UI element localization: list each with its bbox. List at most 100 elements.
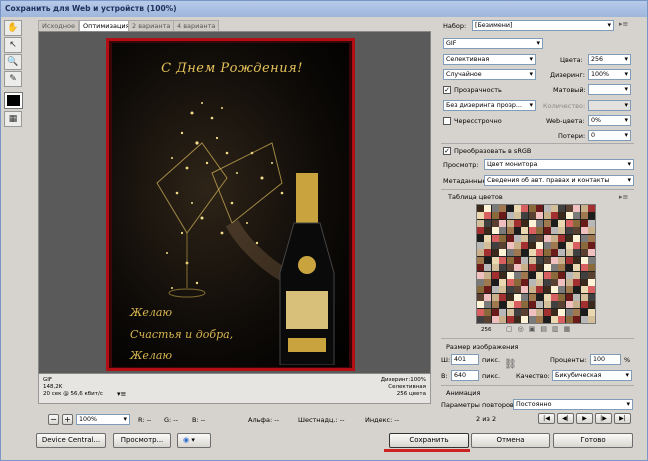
color-swatch[interactable] (506, 219, 514, 227)
color-swatch[interactable] (543, 301, 551, 309)
color-swatch[interactable] (580, 308, 588, 316)
color-swatch[interactable] (506, 264, 514, 272)
color-swatch[interactable] (499, 286, 507, 294)
color-swatch[interactable] (506, 234, 514, 242)
color-swatch[interactable] (573, 212, 581, 220)
color-swatch[interactable] (565, 256, 573, 264)
color-swatch[interactable] (528, 212, 536, 220)
color-swatch[interactable] (506, 256, 514, 264)
cancel-button[interactable]: Отмена (471, 433, 550, 448)
color-swatch[interactable] (521, 227, 529, 235)
color-swatch[interactable] (565, 234, 573, 242)
color-swatch[interactable] (528, 219, 536, 227)
color-swatch[interactable] (499, 264, 507, 272)
color-swatch[interactable] (573, 205, 581, 212)
percent-field[interactable]: 100 (590, 354, 621, 365)
color-swatch[interactable] (506, 212, 514, 220)
color-swatch[interactable] (477, 279, 484, 286)
color-table-grid[interactable] (476, 204, 596, 324)
next-frame-button[interactable]: |▶ (595, 413, 612, 424)
color-swatch[interactable] (536, 301, 544, 309)
color-swatch[interactable] (499, 279, 507, 286)
color-swatch[interactable] (514, 316, 521, 323)
color-swatch[interactable] (536, 212, 544, 220)
zoom-out-button[interactable]: − (48, 414, 59, 425)
slice-select-tool-icon[interactable]: ↖ (4, 37, 22, 53)
color-swatch[interactable] (484, 264, 492, 272)
color-swatch[interactable] (565, 279, 573, 286)
color-swatch[interactable] (506, 293, 514, 301)
color-swatch[interactable] (514, 219, 521, 227)
color-swatch[interactable] (588, 219, 595, 227)
color-swatch[interactable] (506, 249, 514, 257)
color-swatch[interactable] (521, 249, 529, 257)
color-swatch[interactable] (580, 271, 588, 279)
color-swatch[interactable] (491, 293, 499, 301)
zoom-tool-icon[interactable]: 🔍 (4, 54, 22, 70)
color-swatch[interactable] (551, 242, 558, 249)
color-swatch[interactable] (521, 271, 529, 279)
color-swatch[interactable] (580, 301, 588, 309)
color-swatch[interactable] (477, 316, 484, 323)
color-swatch[interactable] (528, 227, 536, 235)
color-swatch[interactable] (558, 316, 566, 323)
preview-color-select[interactable]: Цвет монитора (484, 159, 634, 170)
color-swatch[interactable] (499, 242, 507, 249)
color-swatch[interactable] (499, 234, 507, 242)
color-swatch[interactable] (506, 271, 514, 279)
color-swatch[interactable] (528, 301, 536, 309)
color-swatch[interactable] (588, 301, 595, 309)
dither-amount-field[interactable]: 100% (588, 69, 631, 80)
color-swatch[interactable] (558, 271, 566, 279)
color-swatch[interactable] (573, 242, 581, 249)
color-swatch[interactable] (506, 242, 514, 249)
color-swatch[interactable] (484, 256, 492, 264)
color-swatch[interactable] (565, 227, 573, 235)
color-swatch[interactable] (588, 205, 595, 212)
color-swatch[interactable] (536, 234, 544, 242)
color-swatch[interactable] (491, 308, 499, 316)
color-swatch[interactable] (565, 286, 573, 294)
color-swatch[interactable] (558, 308, 566, 316)
color-swatch[interactable] (484, 212, 492, 220)
color-swatch[interactable] (558, 227, 566, 235)
color-swatch[interactable] (588, 234, 595, 242)
transparency-dither-select[interactable]: Без дизеринга прозр... (443, 100, 536, 111)
color-swatch[interactable] (536, 256, 544, 264)
color-swatch[interactable] (484, 316, 492, 323)
color-swatch[interactable] (514, 256, 521, 264)
color-swatch[interactable] (558, 242, 566, 249)
color-swatch[interactable] (514, 227, 521, 235)
color-swatch[interactable] (551, 301, 558, 309)
color-swatch[interactable] (499, 205, 507, 212)
zoom-level-select[interactable]: 100% (76, 414, 130, 425)
color-swatch[interactable] (484, 293, 492, 301)
color-swatch[interactable] (536, 316, 544, 323)
colors-select[interactable]: 256 (588, 54, 631, 65)
color-swatch[interactable] (506, 205, 514, 212)
color-swatch[interactable] (499, 212, 507, 220)
color-swatch[interactable] (558, 279, 566, 286)
color-swatch[interactable] (521, 316, 529, 323)
color-swatch[interactable] (521, 308, 529, 316)
color-swatch[interactable] (588, 316, 595, 323)
color-swatch[interactable] (477, 264, 484, 272)
color-swatch[interactable] (543, 212, 551, 220)
convert-srgb-checkbox[interactable]: ✓ (443, 147, 451, 155)
color-swatch[interactable] (499, 219, 507, 227)
color-swatch[interactable] (588, 249, 595, 257)
color-swatch[interactable] (528, 286, 536, 294)
color-swatch[interactable] (491, 212, 499, 220)
color-swatch[interactable] (536, 242, 544, 249)
color-swatch[interactable] (565, 249, 573, 257)
color-swatch[interactable] (521, 205, 529, 212)
color-swatch[interactable] (528, 293, 536, 301)
color-swatch[interactable] (491, 301, 499, 309)
color-swatch[interactable] (558, 219, 566, 227)
color-swatch[interactable] (565, 219, 573, 227)
color-swatch[interactable] (558, 293, 566, 301)
last-frame-button[interactable]: ▶| (614, 413, 631, 424)
color-swatch[interactable] (514, 205, 521, 212)
play-button[interactable]: ▶ (576, 413, 593, 424)
color-swatch[interactable] (573, 293, 581, 301)
